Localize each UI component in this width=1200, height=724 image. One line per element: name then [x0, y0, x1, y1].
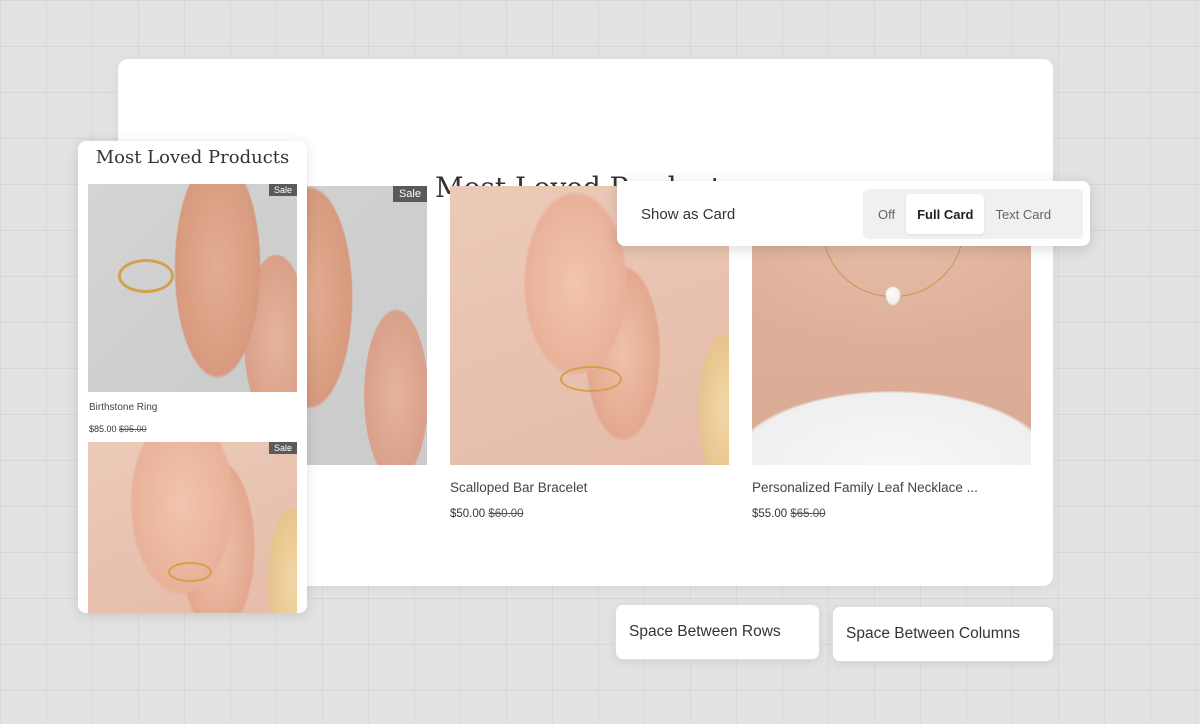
space-between-rows-button[interactable]: Space Between Rows: [615, 604, 820, 660]
product-price: $50.00 $60.00: [450, 508, 524, 520]
current-price: $50.00: [450, 508, 486, 520]
option-text-card[interactable]: Text Card: [984, 194, 1062, 234]
mobile-product-image-bracelet[interactable]: Sale: [88, 442, 297, 613]
product-price: $55.00 $65.00: [752, 508, 826, 520]
option-off[interactable]: Off: [867, 194, 906, 234]
product-name[interactable]: Scalloped Bar Bracelet: [450, 480, 587, 495]
product-name[interactable]: Personalized Family Leaf Necklace ...: [752, 480, 978, 495]
original-price: $65.00: [790, 508, 826, 520]
original-price: $60.00: [488, 508, 524, 520]
current-price: $55.00: [752, 508, 788, 520]
bracelet-graphic: [168, 562, 212, 582]
current-price: $85.00: [89, 424, 117, 434]
bracelet-graphic: [560, 366, 622, 392]
original-price: $95.00: [119, 424, 147, 434]
show-as-card-label: Show as Card: [641, 206, 736, 223]
mobile-product-image-ring[interactable]: Sale: [88, 184, 297, 392]
ring-graphic: [118, 259, 174, 293]
mobile-product-price: $85.00 $95.00: [89, 424, 147, 434]
show-as-card-control: Show as Card Off Full Card Text Card: [617, 181, 1090, 246]
pendant-graphic: [884, 286, 901, 306]
sale-badge: Sale: [268, 442, 297, 454]
mobile-section-title: Most Loved Products: [95, 147, 290, 168]
sale-badge: Sale: [392, 186, 427, 202]
mobile-preview: Most Loved Products Sale Birthstone Ring…: [78, 141, 307, 613]
card-style-toggle: Off Full Card Text Card: [863, 189, 1083, 239]
sale-badge: Sale: [268, 184, 297, 196]
mobile-product-name[interactable]: Birthstone Ring: [89, 402, 157, 413]
option-full-card[interactable]: Full Card: [906, 194, 985, 234]
space-between-columns-button[interactable]: Space Between Columns: [832, 606, 1054, 662]
